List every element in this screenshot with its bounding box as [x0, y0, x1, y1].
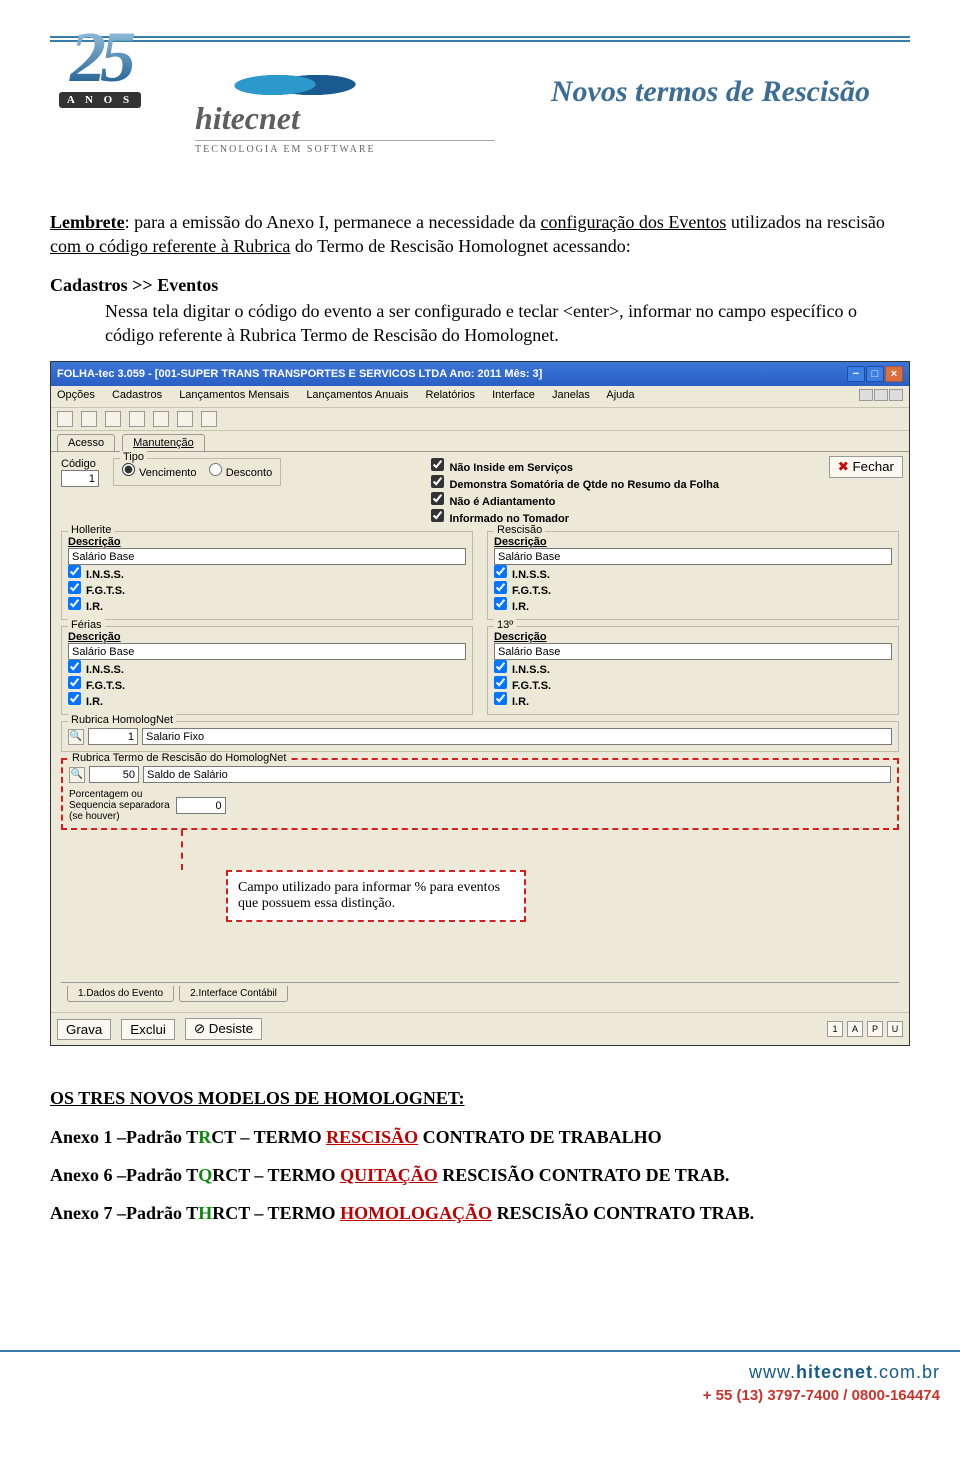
tipo-group: Tipo Vencimento Desconto — [113, 458, 281, 486]
menu-lanc-mensais[interactable]: Lançamentos Mensais — [179, 389, 289, 401]
toolbar-btn[interactable] — [201, 411, 217, 427]
user-label: Usuário: HITEC — [786, 413, 903, 425]
menu-bar[interactable]: Opções Cadastros Lançamentos Mensais Lan… — [51, 386, 909, 408]
rubrica1-desc-input[interactable] — [142, 728, 892, 745]
rubrica2-desc-input[interactable] — [143, 766, 891, 783]
ferias-desc-input[interactable] — [68, 643, 466, 660]
rubrica-homolognet-group: Rubrica HomologNet — [61, 721, 899, 752]
menu-interface[interactable]: Interface — [492, 389, 535, 401]
app-title: FOLHA-tec 3.059 - [001-SUPER TRANS TRANS… — [57, 368, 542, 380]
rubrica-termo-rescisao-group: Rubrica Termo de Rescisão do HomologNet … — [61, 758, 899, 830]
fechar-button[interactable]: Fechar — [829, 456, 903, 478]
rubrica1-code-input[interactable] — [88, 728, 138, 745]
toolbar-btn[interactable] — [177, 411, 193, 427]
lembrete-label: Lembrete — [50, 212, 125, 232]
tab-dados-evento[interactable]: 1.Dados do Evento — [67, 986, 174, 1002]
model-line-1: Anexo 1 –Padrão TRCT – TERMO RESCISÃO CO… — [50, 1125, 910, 1149]
close-icon: × — [885, 366, 903, 382]
app-window: FOLHA-tec 3.059 - [001-SUPER TRANS TRANS… — [50, 361, 910, 1046]
menu-lanc-anuais[interactable]: Lançamentos Anuais — [306, 389, 408, 401]
mini-icon[interactable]: P — [867, 1021, 883, 1037]
flag-nao-adiant[interactable]: Não é Adiantamento — [431, 492, 719, 508]
porcentagem-label: Porcentagem ou Sequencia separadora (se … — [69, 789, 170, 822]
toolbar-btn[interactable] — [105, 411, 121, 427]
toolbar: Usuário: HITEC — [51, 408, 909, 431]
app-titlebar: FOLHA-tec 3.059 - [001-SUPER TRANS TRANS… — [51, 362, 909, 386]
nav-path: Cadastros >> Eventos — [50, 273, 910, 297]
toolbar-btn[interactable] — [153, 411, 169, 427]
rubrica2-code-input[interactable] — [89, 766, 139, 783]
menu-janelas[interactable]: Janelas — [552, 389, 590, 401]
desiste-button[interactable]: ⊘ Desiste — [185, 1018, 262, 1040]
header-rule — [50, 36, 910, 42]
menu-ajuda[interactable]: Ajuda — [606, 389, 634, 401]
menu-cadastros[interactable]: Cadastros — [112, 389, 162, 401]
toolbar-btn[interactable] — [81, 411, 97, 427]
search-icon[interactable] — [68, 729, 84, 745]
radio-desconto[interactable]: Desconto — [209, 467, 272, 479]
group-hollerite: Hollerite Descrição I.N.S.S. F.G.T.S. I.… — [61, 531, 473, 620]
model-line-3: Anexo 7 –Padrão THRCT – TERMO HOMOLOGAÇÃ… — [50, 1201, 910, 1225]
model-line-2: Anexo 6 –Padrão TQRCT – TERMO QUITAÇÃO R… — [50, 1163, 910, 1187]
mini-icon[interactable]: U — [887, 1021, 903, 1037]
nav-desc: Nessa tela digitar o código do evento a … — [105, 299, 910, 348]
mini-icon[interactable]: 1 — [827, 1021, 843, 1037]
document-title: Novos termos de Rescisão — [551, 75, 870, 109]
models-heading: OS TRES NOVOS MODELOS DE HOMOLOGNET: — [50, 1086, 910, 1110]
page-header: 25 A N O S hitecnet TECNOLOGIA EM SOFTWA… — [50, 30, 910, 190]
exclui-button[interactable]: Exclui — [121, 1019, 175, 1040]
intro-paragraph: Lembrete: para a emissão do Anexo I, per… — [50, 210, 910, 347]
menu-opcoes[interactable]: Opções — [57, 389, 95, 401]
toolbar-btn[interactable] — [57, 411, 73, 427]
maximize-icon: □ — [866, 366, 884, 382]
decimo-desc-input[interactable] — [494, 643, 892, 660]
page-footer: www.hitecnet.com.br + 55 (13) 3797-7400 … — [0, 1350, 960, 1434]
codigo-label: Código — [61, 458, 99, 470]
tabs-bottom[interactable]: 1.Dados do Evento 2.Interface Contábil — [61, 982, 899, 1002]
porcentagem-input[interactable] — [176, 797, 226, 814]
tabs-top[interactable]: Acesso Manutenção — [51, 431, 909, 452]
rescisao-desc-input[interactable] — [494, 548, 892, 565]
tab-acesso[interactable]: Acesso — [57, 434, 115, 451]
action-bar: Grava Exclui ⊘ Desiste 1 A P U — [51, 1012, 909, 1045]
mini-icon[interactable]: A — [847, 1021, 863, 1037]
flag-checkboxes: Não Inside em Serviços Demonstra Somatór… — [431, 458, 719, 525]
group-rescisao: Rescisão Descrição I.N.S.S. F.G.T.S. I.R… — [487, 531, 899, 620]
radio-vencimento[interactable]: Vencimento — [122, 467, 196, 479]
group-ferias: Férias Descrição I.N.S.S. F.G.T.S. I.R. — [61, 626, 473, 715]
search-icon[interactable] — [69, 767, 85, 783]
codigo-input[interactable] — [61, 470, 99, 487]
tab-interface-contabil[interactable]: 2.Interface Contábil — [179, 986, 288, 1002]
footer-site: www.hitecnet.com.br — [0, 1362, 940, 1383]
flag-informado[interactable]: Informado no Tomador — [431, 509, 719, 525]
toolbar-btn[interactable] — [129, 411, 145, 427]
flag-demonstra[interactable]: Demonstra Somatória de Qtde no Resumo da… — [431, 475, 719, 491]
minimize-icon: − — [847, 366, 865, 382]
footer-phone: + 55 (13) 3797-7400 / 0800-164474 — [0, 1387, 940, 1404]
window-controls[interactable]: −□× — [846, 366, 903, 382]
grava-button[interactable]: Grava — [57, 1019, 111, 1040]
form-area: Fechar Código Tipo Vencimento Desconto N… — [51, 452, 909, 1012]
tab-manutencao[interactable]: Manutenção — [122, 434, 205, 451]
menu-relatorios[interactable]: Relatórios — [426, 389, 476, 401]
flag-nao-inside[interactable]: Não Inside em Serviços — [431, 458, 719, 474]
logo-hitecnet: hitecnet TECNOLOGIA EM SOFTWARE — [195, 60, 495, 155]
callout-connector — [181, 830, 183, 870]
mini-icons: 1 A P U — [827, 1021, 903, 1037]
group-13: 13º Descrição I.N.S.S. F.G.T.S. I.R. — [487, 626, 899, 715]
logo-25-anos: 25 A N O S — [30, 25, 170, 155]
hollerite-desc-input[interactable] — [68, 548, 466, 565]
callout-box: Campo utilizado para informar % para eve… — [226, 870, 526, 922]
